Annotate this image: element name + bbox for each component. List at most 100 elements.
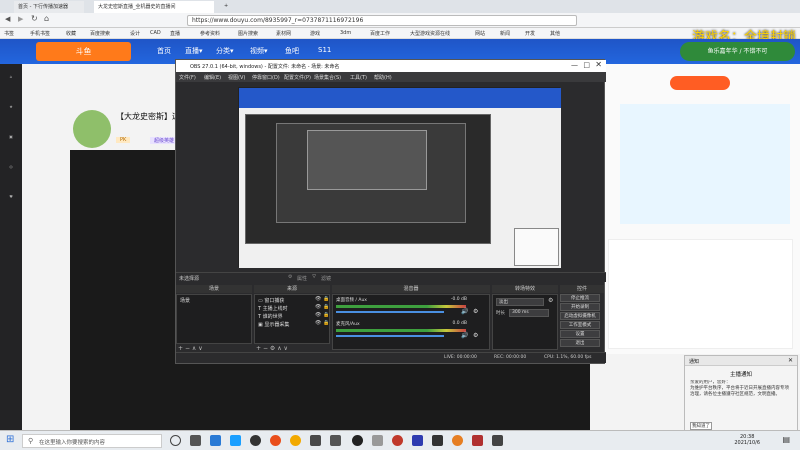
browser-tab[interactable]: 首页 - 下行传播加速器 — [14, 1, 84, 13]
gear-icon[interactable]: ⚙ — [473, 308, 478, 315]
move-up-icon[interactable]: ∧ — [192, 345, 196, 352]
app-icon[interactable] — [372, 435, 383, 446]
forward-icon[interactable]: ▶ — [18, 15, 23, 23]
bookmark-item[interactable]: 游戏 — [310, 30, 320, 37]
menu-tools[interactable]: 工具(T) — [350, 74, 367, 81]
nav-category[interactable]: 分类▾ — [216, 46, 234, 56]
promo-badge[interactable]: 鱼乐嘉年华 / 不错不可 — [680, 42, 795, 61]
visibility-icon[interactable]: 👁 — [315, 296, 321, 302]
bookmark-item[interactable]: 网站 — [475, 30, 485, 37]
menu-file[interactable]: 文件(F) — [179, 74, 196, 81]
add-icon[interactable]: + — [256, 345, 261, 352]
address-bar[interactable]: https://www.douyu.com/8935997_r=07378711… — [187, 15, 577, 26]
task-view-icon[interactable] — [170, 435, 181, 446]
visibility-icon[interactable]: 👁 — [315, 312, 321, 318]
bookmark-item[interactable]: 新闻 — [500, 30, 510, 37]
bookmark-item[interactable]: 书签 — [4, 30, 14, 37]
taskbar-search[interactable]: ⚲ 在这里输入你要搜索的内容 — [22, 434, 162, 448]
volume-slider[interactable] — [336, 311, 444, 313]
minimize-icon[interactable]: — — [571, 61, 578, 69]
gear-icon[interactable]: ⚙ — [473, 332, 478, 339]
lock-icon[interactable]: 🔒 — [323, 296, 329, 302]
clock[interactable]: 20:38 2021/10/6 — [734, 434, 760, 446]
source-item[interactable]: ▣ 显示器采集 — [258, 321, 289, 328]
app-icon[interactable] — [432, 435, 443, 446]
source-item[interactable]: T 主播上线时 — [258, 305, 288, 312]
app-icon[interactable] — [310, 435, 321, 446]
transition-select[interactable]: 淡出 — [496, 298, 544, 306]
reload-icon[interactable]: ↻ — [31, 14, 38, 23]
bookmark-item[interactable]: 直播 — [170, 30, 180, 37]
lock-icon[interactable]: 🔒 — [323, 304, 329, 310]
room-tag[interactable]: PK — [116, 137, 131, 143]
bookmark-item[interactable]: 收藏 — [66, 30, 76, 37]
gear-icon[interactable]: ⚙ — [288, 274, 292, 280]
volume-slider[interactable] — [336, 335, 444, 337]
duration-field[interactable]: 300 ms — [509, 309, 549, 317]
obs-icon[interactable] — [352, 435, 363, 446]
remove-icon[interactable]: − — [185, 345, 190, 352]
gear-icon[interactable]: ⚙ — [270, 345, 275, 352]
remove-icon[interactable]: − — [263, 345, 268, 352]
sidebar-item[interactable]: ♥ — [0, 194, 22, 199]
bookmark-item[interactable]: 设计 — [130, 30, 140, 37]
menu-docks[interactable]: 停靠窗口(D) — [252, 74, 280, 81]
room-tag[interactable]: 超级英雄 — [150, 137, 179, 144]
nav-s11[interactable]: S11 — [318, 46, 331, 54]
follow-button[interactable] — [670, 76, 730, 90]
bookmark-item[interactable]: 图片搜索 — [238, 30, 258, 37]
bookmark-item[interactable]: 手机书签 — [30, 30, 50, 37]
filter-icon[interactable]: ⛛ — [312, 274, 316, 280]
app-icon[interactable] — [492, 435, 503, 446]
speaker-icon[interactable]: 🔊 — [461, 332, 468, 339]
app-icon[interactable] — [330, 435, 341, 446]
source-item[interactable]: T 谁的世界 — [258, 313, 283, 320]
bookmark-item[interactable]: CAD — [150, 30, 161, 36]
close-icon[interactable]: ✕ — [788, 357, 793, 364]
add-icon[interactable]: + — [178, 345, 183, 352]
nav-home[interactable]: 首页 — [157, 46, 171, 56]
exit-button[interactable]: 退出 — [560, 339, 600, 347]
steam-icon[interactable] — [230, 435, 241, 446]
nav-yuba[interactable]: 鱼吧 — [285, 46, 299, 56]
visibility-icon[interactable]: 👁 — [315, 304, 321, 310]
home-icon[interactable]: ⌂ — [44, 14, 49, 23]
sidebar-item[interactable]: ★ — [0, 104, 22, 109]
bookmark-item[interactable]: 参考资料 — [200, 30, 220, 37]
source-item[interactable]: ▭ 窗口捕获 — [258, 297, 284, 304]
browser-icon[interactable] — [290, 435, 301, 446]
app-icon[interactable] — [452, 435, 463, 446]
speaker-icon[interactable]: 🔊 — [461, 308, 468, 315]
new-tab-button[interactable]: + — [220, 1, 234, 13]
move-up-icon[interactable]: ∧ — [277, 345, 281, 352]
menu-help[interactable]: 帮助(H) — [374, 74, 392, 81]
scene-item[interactable]: 场景 — [180, 297, 190, 304]
filters-button[interactable]: 滤镜 — [321, 275, 331, 282]
app-icon[interactable] — [250, 435, 261, 446]
gear-icon[interactable]: ⚙ — [548, 297, 553, 304]
notification-ok-button[interactable]: 我知道了 — [690, 422, 712, 430]
lock-icon[interactable]: 🔒 — [323, 320, 329, 326]
menu-view[interactable]: 视图(V) — [228, 74, 245, 81]
sidebar-item[interactable]: ▣ — [0, 134, 22, 139]
app-icon[interactable] — [270, 435, 281, 446]
bookmark-item[interactable]: 百度工作 — [370, 30, 390, 37]
sidebar-item[interactable]: ◎ — [0, 164, 22, 169]
streamer-avatar[interactable] — [73, 110, 111, 148]
menu-profile[interactable]: 配置文件(P) — [284, 74, 311, 81]
notification-center-icon[interactable]: ▤ — [782, 435, 790, 444]
stop-streaming-button[interactable]: 停止推流 — [560, 294, 600, 302]
app-icon[interactable] — [472, 435, 483, 446]
edge-icon[interactable] — [210, 435, 221, 446]
bookmark-item[interactable]: 百度搜索 — [90, 30, 110, 37]
close-icon[interactable]: ✕ — [595, 60, 602, 69]
properties-button[interactable]: 属性 — [297, 275, 307, 282]
lock-icon[interactable]: 🔒 — [323, 312, 329, 318]
app-icon[interactable] — [392, 435, 403, 446]
move-down-icon[interactable]: ∨ — [284, 345, 288, 352]
sidebar-item[interactable]: ⌂ — [0, 74, 22, 79]
bookmark-item[interactable]: 开发 — [525, 30, 535, 37]
nav-live[interactable]: 直播▾ — [185, 46, 203, 56]
visibility-icon[interactable]: 👁 — [315, 320, 321, 326]
start-recording-button[interactable]: 开始录制 — [560, 303, 600, 311]
